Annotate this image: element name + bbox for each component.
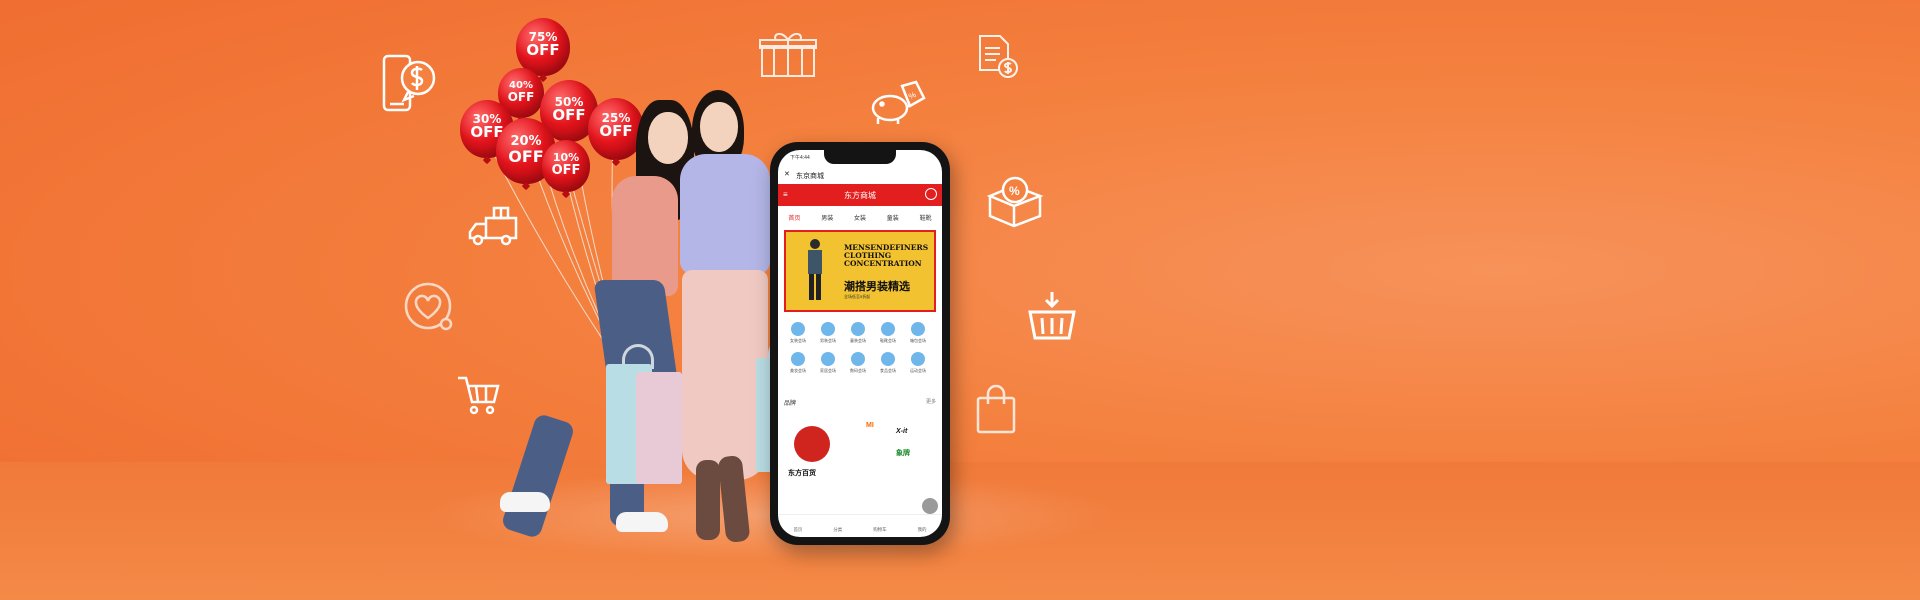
promo-banner[interactable]: MENSENDEFINERS CLOTHING CONCENTRATION 潮搭男装… [784,230,936,312]
grid-item[interactable]: 家居会场 [816,352,840,374]
grid-item[interactable]: 数码会场 [846,352,870,374]
phone-notch [824,150,896,164]
gift-box-icon [758,30,818,80]
close-icon[interactable]: ✕ [784,170,790,178]
promo-heading: MENSENDEFINERS CLOTHING CONCENTRATION [844,243,929,268]
tab-men[interactable]: 男装 [821,208,833,224]
category-icon [791,322,805,336]
status-time: 下午4:44 [790,155,810,161]
shopping-bag-pink [636,372,682,484]
discount-box-icon: % [986,172,1044,230]
piggy-bank-tag-icon: % [868,80,926,126]
tabbar-cart[interactable]: 购物车 [873,515,887,537]
grid-item[interactable]: 童装会场 [846,322,870,344]
svg-text:%: % [1009,184,1020,198]
section-more-link[interactable]: 更多 [926,398,936,405]
category-icon [851,322,865,336]
grid-item[interactable]: 箱包会场 [906,322,930,344]
shopping-bag-icon [976,384,1016,434]
tab-kids[interactable]: 童装 [887,208,899,224]
category-icon [911,352,925,366]
app-title: 东方商城 [844,191,876,200]
brand-panel: 东方百货 MI X-it 象牌 [784,408,936,518]
promo-title: 潮搭男装精选 [844,281,910,293]
tabbar-home[interactable]: 首页 [793,515,802,537]
grid-item[interactable]: 鞋靴会场 [876,322,900,344]
tabbar-category[interactable]: 分类 [833,515,842,537]
face [700,102,738,152]
category-icon [911,322,925,336]
grid-item[interactable]: 男装会场 [816,322,840,344]
browser-title: 东京商城 [796,173,824,180]
grid-item[interactable]: 女装会场 [786,322,810,344]
heart-icon [402,280,458,336]
phone-screen: 下午4:44 ✕ 东京商城 ≡ 东方商城 首页 男装 女装 童装 鞋靴 MENS… [778,150,942,537]
hero-banner: % % 75% OFF 40% OFF 50% OFF 30% OFF 25% … [0,0,1920,600]
grid-item[interactable]: 美妆会场 [786,352,810,374]
shopping-basket-icon [1026,290,1078,342]
category-icon [881,352,895,366]
tab-women[interactable]: 女装 [854,208,866,224]
sneaker [500,492,550,512]
brand-logo-x[interactable]: X-it [896,428,907,435]
category-icon [881,322,895,336]
smartphone-mockup: 下午4:44 ✕ 东京商城 ≡ 东方商城 首页 男装 女装 童装 鞋靴 MENS… [770,142,950,545]
floating-action-button[interactable] [922,498,938,514]
category-icon [821,352,835,366]
brand-name: 东方百货 [788,470,816,477]
sweater [680,154,770,274]
receipt-dollar-icon [976,34,1020,80]
category-icon [851,352,865,366]
grid-item[interactable]: 运动会场 [906,352,930,374]
category-icon [791,352,805,366]
category-tabs: 首页 男装 女装 童装 鞋靴 [778,208,942,224]
brand-seal-logo[interactable] [794,426,830,462]
brand-logo-mi[interactable]: MI [866,422,874,429]
bottom-tab-bar: 首页 分类 购物车 我的 [778,514,942,537]
section-title: 品牌 [784,401,797,407]
tab-home[interactable]: 首页 [788,208,800,224]
brand-logo-elephant[interactable]: 象牌 [896,448,910,458]
tab-shoes[interactable]: 鞋靴 [920,208,932,224]
boot [696,460,720,540]
promo-subtitle: 全场低至5折起 [844,294,871,299]
logo-icon [925,188,937,200]
model-figure [808,239,822,300]
phone-dollar-icon [382,54,438,114]
tabbar-me[interactable]: 我的 [918,515,927,537]
grid-item[interactable]: 食品会场 [876,352,900,374]
app-header: ≡ 东方商城 [778,184,942,206]
browser-nav: ✕ 东京商城 [778,168,942,182]
jeans-leg [500,412,576,540]
category-icon [821,322,835,336]
